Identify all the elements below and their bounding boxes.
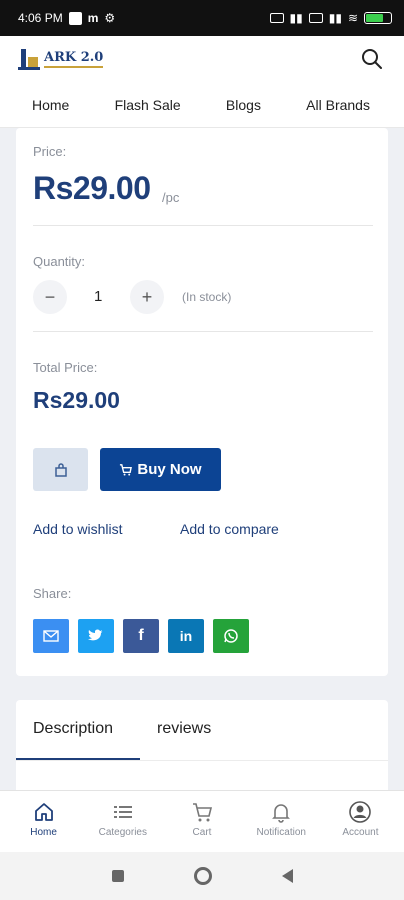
shopping-bag-icon: [54, 462, 67, 477]
price-label: Price:: [33, 144, 67, 159]
tabs-card: Description reviews: [16, 700, 388, 800]
bell-icon: [272, 804, 291, 823]
bottom-nav: Home Categories Cart Notification Accoun…: [0, 790, 404, 852]
quantity-value[interactable]: 1: [94, 288, 102, 305]
signal-icon: ▮▮: [289, 11, 303, 25]
whatsapp-icon: [224, 629, 238, 643]
search-button[interactable]: [358, 45, 386, 73]
bottom-nav-cart[interactable]: Cart: [162, 791, 241, 852]
sim2-icon: [308, 13, 323, 23]
bottom-nav-account-label: Account: [342, 827, 379, 838]
share-facebook-button[interactable]: f: [123, 619, 159, 653]
logo-text: ARK 2.0: [44, 50, 104, 68]
cart-icon: [193, 803, 213, 822]
list-icon: [113, 806, 132, 818]
minus-icon: −: [44, 286, 56, 307]
settings-icon: ⚙: [104, 11, 116, 25]
add-to-wishlist-link[interactable]: Add to wishlist: [33, 521, 122, 537]
linkedin-icon: in: [179, 628, 193, 644]
logo[interactable]: ARK 2.0: [18, 48, 104, 70]
product-detail-card: Price: Rs29.00 /pc Quantity: − 1 + (In s…: [16, 128, 388, 676]
wifi-icon: ≋: [347, 11, 358, 25]
divider: [33, 331, 373, 332]
bottom-nav-home-label: Home: [30, 827, 57, 838]
share-twitter-button[interactable]: [78, 619, 114, 653]
quantity-increase-button[interactable]: +: [130, 280, 164, 314]
quantity-decrease-button[interactable]: −: [33, 280, 67, 314]
bottom-nav-categories-label: Categories: [98, 827, 147, 838]
tab-reviews[interactable]: reviews: [157, 720, 211, 738]
cart-icon: [120, 464, 133, 476]
app-m-icon: m: [87, 11, 99, 25]
add-to-compare-link[interactable]: Add to compare: [180, 521, 279, 537]
tab-description[interactable]: Description: [33, 720, 113, 738]
back-button[interactable]: [281, 869, 293, 883]
plus-icon: +: [141, 286, 153, 307]
notification-square-icon: [68, 11, 82, 25]
bottom-nav-account[interactable]: Account: [321, 791, 400, 852]
bottom-nav-notification[interactable]: Notification: [242, 791, 321, 852]
facebook-icon: f: [138, 627, 144, 644]
bottom-nav-cart-label: Cart: [192, 827, 212, 838]
bottom-nav-categories[interactable]: Categories: [83, 791, 162, 852]
home-icon: [34, 803, 53, 821]
status-bar: 4:06 PM m ⚙ ▮▮ ▮▮ ≋: [0, 0, 404, 36]
add-to-cart-button[interactable]: [33, 448, 88, 491]
home-system-button[interactable]: [193, 867, 212, 885]
price-unit: /pc: [162, 190, 180, 205]
logo-mark-icon: [18, 48, 40, 70]
email-icon: [43, 630, 59, 642]
share-linkedin-button[interactable]: in: [168, 619, 204, 653]
sim-icon: [269, 13, 284, 23]
share-email-button[interactable]: [33, 619, 69, 653]
share-label: Share:: [33, 586, 72, 601]
recent-apps-button[interactable]: [111, 870, 124, 882]
top-nav: Home Flash Sale Blogs All Brands: [0, 82, 404, 128]
status-time: 4:06 PM: [18, 11, 63, 25]
account-icon: [349, 801, 372, 823]
total-price-label: Total Price:: [33, 360, 98, 375]
tab-divider: [16, 760, 388, 761]
nav-home[interactable]: Home: [32, 97, 69, 113]
app-header: ARK 2.0: [0, 36, 404, 82]
buy-now-button[interactable]: Buy Now: [100, 448, 221, 491]
stock-status: (In stock): [182, 290, 232, 304]
buy-now-label: Buy Now: [137, 461, 202, 478]
signal2-icon: ▮▮: [328, 11, 342, 25]
bottom-nav-notification-label: Notification: [256, 827, 306, 838]
nav-all-brands[interactable]: All Brands: [306, 97, 370, 113]
quantity-label: Quantity:: [33, 254, 86, 269]
system-nav-bar: [0, 852, 404, 900]
battery-icon: [364, 12, 392, 24]
nav-flash-sale[interactable]: Flash Sale: [115, 97, 181, 113]
share-buttons: f in: [33, 619, 249, 653]
twitter-icon: [88, 629, 103, 641]
bottom-nav-home[interactable]: Home: [4, 791, 83, 852]
share-whatsapp-button[interactable]: [213, 619, 249, 653]
price-value: Rs29.00: [33, 170, 151, 206]
search-icon: [362, 49, 382, 69]
nav-blogs[interactable]: Blogs: [226, 97, 261, 113]
total-price-value: Rs29.00: [33, 387, 120, 413]
divider: [33, 225, 373, 226]
